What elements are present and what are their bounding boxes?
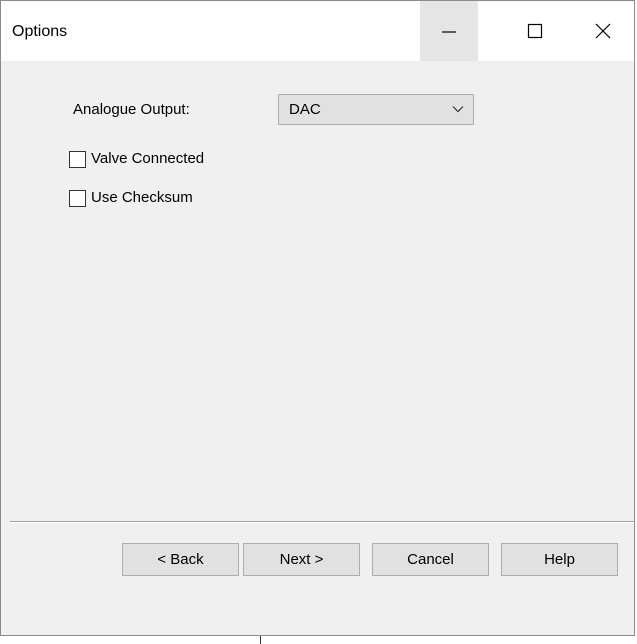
maximize-button[interactable] xyxy=(506,1,564,61)
close-button[interactable] xyxy=(574,1,632,61)
next-button[interactable]: Next > xyxy=(243,543,360,576)
minimize-icon xyxy=(442,31,456,33)
valve-connected-option[interactable]: Valve Connected xyxy=(69,148,204,170)
help-button[interactable]: Help xyxy=(501,543,618,576)
window-title: Options xyxy=(12,23,68,40)
use-checksum-option[interactable]: Use Checksum xyxy=(69,187,193,209)
analogue-output-label: Analogue Output: xyxy=(73,101,190,118)
maximize-icon xyxy=(527,23,543,39)
valve-connected-label: Valve Connected xyxy=(91,150,205,167)
use-checksum-label: Use Checksum xyxy=(91,189,193,206)
minimize-button[interactable] xyxy=(420,1,478,61)
title-bar[interactable]: Options xyxy=(1,1,634,61)
background-divider xyxy=(260,636,261,644)
analogue-output-select[interactable]: DAC xyxy=(278,94,474,125)
chevron-down-icon xyxy=(452,106,464,113)
options-dialog: Options Analogue Output: DAC Valve Conne… xyxy=(0,0,635,636)
close-icon xyxy=(595,23,611,39)
analogue-output-value: DAC xyxy=(289,101,321,118)
back-button[interactable]: < Back xyxy=(122,543,239,576)
use-checksum-checkbox[interactable] xyxy=(69,189,86,207)
cancel-button[interactable]: Cancel xyxy=(372,543,489,576)
footer-separator xyxy=(10,521,634,523)
valve-connected-checkbox[interactable] xyxy=(69,150,86,168)
